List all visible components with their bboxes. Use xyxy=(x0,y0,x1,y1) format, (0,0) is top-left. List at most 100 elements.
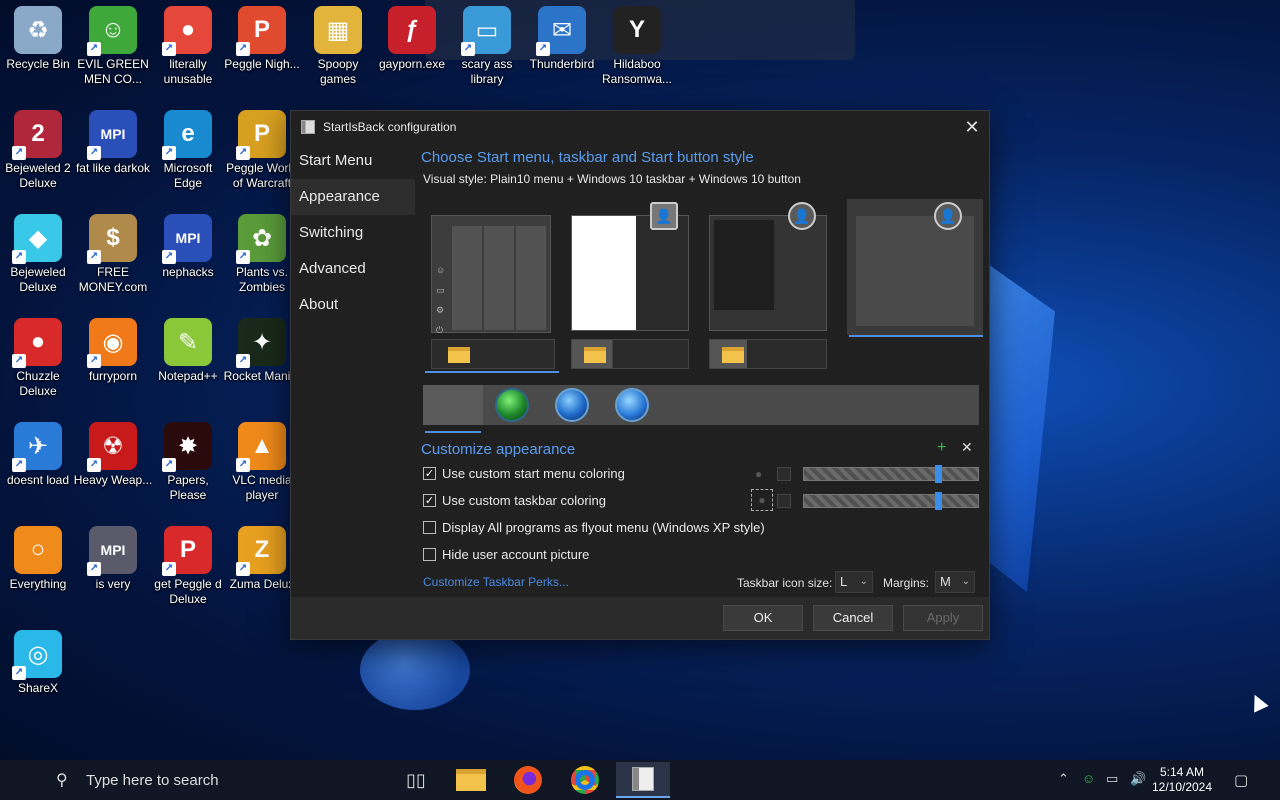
desktop-icon[interactable]: ☢ ↗ Heavy Weap... xyxy=(74,416,152,516)
add-icon[interactable]: + xyxy=(937,439,946,457)
task-view-icon[interactable]: ▯▯ xyxy=(394,762,438,798)
drop-icon[interactable]: ● xyxy=(751,489,773,511)
chevron-down-icon: ⌄ xyxy=(961,576,970,587)
desktop-icon[interactable]: e ↗ Microsoft Edge xyxy=(150,104,226,204)
start-style-win7[interactable]: 👤 xyxy=(571,202,689,331)
desktop-icon[interactable]: ✦ ↗ Rocket Mani... xyxy=(224,312,300,412)
slider-thumb[interactable] xyxy=(934,465,942,483)
orb-style-win7[interactable] xyxy=(555,388,589,422)
option-flyout-all-programs[interactable]: Display All programs as flyout menu (Win… xyxy=(423,520,765,535)
checkbox-custom-taskbar-coloring[interactable]: ✓ xyxy=(423,494,436,507)
desktop-icon[interactable]: ✸ ↗ Papers, Please xyxy=(150,416,226,516)
user-icon[interactable]: ☺ xyxy=(1082,771,1095,786)
desktop-icon[interactable]: P ↗ Peggle World of Warcraft xyxy=(224,104,300,204)
desktop-icon-label: Notepad++ xyxy=(158,369,218,383)
desktop-icon[interactable]: MPI ↗ is very xyxy=(75,520,151,620)
checkbox-custom-start-coloring[interactable]: ✓ xyxy=(423,467,436,480)
taskbar-transparency-slider[interactable] xyxy=(803,492,979,510)
taskbar-search[interactable]: ⚲ Type here to search xyxy=(46,760,386,800)
nav-advanced[interactable]: Advanced xyxy=(291,251,415,287)
shortcut-arrow-icon: ↗ xyxy=(12,146,26,160)
remove-icon[interactable]: ✕ xyxy=(961,439,973,456)
desktop-icon[interactable]: ✈ ↗ doesnt load xyxy=(0,416,76,516)
desktop-icon-label: doesnt load xyxy=(6,473,70,487)
customize-taskbar-perks-link[interactable]: Customize Taskbar Perks... xyxy=(423,575,569,589)
nav-start-menu[interactable]: Start Menu xyxy=(291,143,415,179)
app-icon: ✈ ↗ xyxy=(12,422,62,472)
shortcut-arrow-icon: ↗ xyxy=(236,250,250,264)
desktop-icon[interactable]: ✿ ↗ Plants vs. Zombies xyxy=(224,208,300,308)
desktop-icon[interactable]: ☺ ↗ EVIL GREEN MEN CO... xyxy=(75,0,151,100)
chevron-up-icon[interactable]: ⌃ xyxy=(1058,771,1069,787)
desktop-icon[interactable]: P ↗ get Peggle d Deluxe xyxy=(150,520,226,620)
start-style-win10[interactable]: ☺ ▭ ⚙ ⏻ xyxy=(431,215,551,335)
option-custom-taskbar-coloring[interactable]: ✓ Use custom taskbar coloring xyxy=(423,493,606,508)
desktop-icon[interactable]: $ ↗ FREE MONEY.com xyxy=(75,208,151,308)
startisback-taskbar-icon[interactable] xyxy=(616,762,670,798)
desktop-icon-label: Microsoft Edge xyxy=(163,161,213,190)
desktop-icon[interactable]: ● ↗ Chuzzle Deluxe xyxy=(0,312,76,412)
apply-button[interactable]: Apply xyxy=(903,605,983,631)
start-button[interactable] xyxy=(0,760,46,800)
desktop-icon[interactable]: ● ↗ literally unusable xyxy=(150,0,226,100)
orb-style-green[interactable] xyxy=(495,388,529,422)
nav-about[interactable]: About xyxy=(291,287,415,323)
taskbar-style-1[interactable] xyxy=(431,339,555,369)
desktop-icon[interactable]: MPI ↗ nephacks xyxy=(150,208,226,308)
checkbox-hide-user-picture[interactable] xyxy=(423,548,436,561)
network-icon[interactable]: ▭ xyxy=(1106,771,1118,787)
desktop-icon[interactable]: ▲ ↗ VLC media player xyxy=(224,416,300,516)
shortcut-arrow-icon: ↗ xyxy=(236,42,250,56)
nav-switching[interactable]: Switching xyxy=(291,215,415,251)
desktop-icon[interactable]: ✎ Notepad++ xyxy=(150,312,226,412)
desktop-icon-label: literally unusable xyxy=(163,57,213,86)
drop-icon[interactable]: ● xyxy=(755,467,769,481)
desktop-icon[interactable]: ◎ ↗ ShareX xyxy=(0,624,76,724)
app-icon: ✉ ↗ xyxy=(536,6,586,56)
taskbar-style-2[interactable] xyxy=(571,339,689,369)
dialog-title: StartIsBack configuration xyxy=(323,120,457,134)
shortcut-arrow-icon: ↗ xyxy=(12,666,26,680)
folder-icon xyxy=(448,347,470,363)
start-style-classic[interactable]: 👤 xyxy=(709,202,827,331)
desktop-icon[interactable]: Z ↗ Zuma Delux xyxy=(224,520,300,620)
desktop-icon[interactable]: ✉ ↗ Thunderbird xyxy=(524,0,600,100)
orb-style-win10[interactable] xyxy=(423,385,483,425)
cancel-button[interactable]: Cancel xyxy=(813,605,893,631)
desktop-icon[interactable]: ▭ ↗ scary ass library xyxy=(449,0,525,100)
option-custom-start-coloring[interactable]: ✓ Use custom start menu coloring xyxy=(423,466,625,481)
taskbar-color-swatch[interactable] xyxy=(777,494,791,508)
taskbar-style-3[interactable] xyxy=(709,339,827,369)
desktop-icon[interactable]: Y Hildaboo Ransomwa... xyxy=(599,0,675,100)
firefox-icon[interactable] xyxy=(506,762,550,798)
slider-thumb[interactable] xyxy=(934,492,942,510)
margins-select[interactable]: M ⌄ xyxy=(935,571,975,593)
desktop-icon[interactable]: ▦ Spoopy games xyxy=(300,0,376,100)
chrome-icon[interactable] xyxy=(563,762,607,798)
app-icon xyxy=(301,120,315,134)
start-color-swatch[interactable] xyxy=(777,467,791,481)
option-hide-user-picture[interactable]: Hide user account picture xyxy=(423,547,589,562)
shortcut-arrow-icon: ↗ xyxy=(87,562,101,576)
ok-button[interactable]: OK xyxy=(723,605,803,631)
close-icon[interactable]: ✕ xyxy=(957,112,987,142)
start-transparency-slider[interactable] xyxy=(803,465,979,483)
desktop-icon-label: FREE MONEY.com xyxy=(78,265,148,294)
desktop-icon[interactable]: ƒ gayporn.exe xyxy=(374,0,450,100)
wallpaper-shape xyxy=(360,630,470,710)
desktop-icon[interactable]: ♻ Recycle Bin xyxy=(0,0,76,100)
notification-icon[interactable]: ▢ xyxy=(1234,771,1248,789)
nav-appearance[interactable]: Appearance xyxy=(291,179,415,215)
icon-size-select[interactable]: L ⌄ xyxy=(835,571,873,593)
checkbox-flyout-all-programs[interactable] xyxy=(423,521,436,534)
desktop-icon[interactable]: ○ Everything xyxy=(0,520,76,620)
desktop-icon[interactable]: P ↗ Peggle Nigh... xyxy=(224,0,300,100)
start-style-plain10[interactable]: 👤 xyxy=(847,199,983,335)
taskbar-clock[interactable]: 5:14 AM 12/10/2024 xyxy=(1144,765,1220,795)
desktop-icon[interactable]: ◆ ↗ Bejeweled Deluxe xyxy=(0,208,76,308)
desktop-icon[interactable]: ◉ ↗ furryporn xyxy=(75,312,151,412)
desktop-icon[interactable]: 2 ↗ Bejeweled 2 Deluxe xyxy=(0,104,76,204)
file-explorer-icon[interactable] xyxy=(449,762,493,798)
desktop-icon[interactable]: MPI ↗ fat like darkok xyxy=(75,104,151,204)
orb-style-vista[interactable] xyxy=(615,388,649,422)
